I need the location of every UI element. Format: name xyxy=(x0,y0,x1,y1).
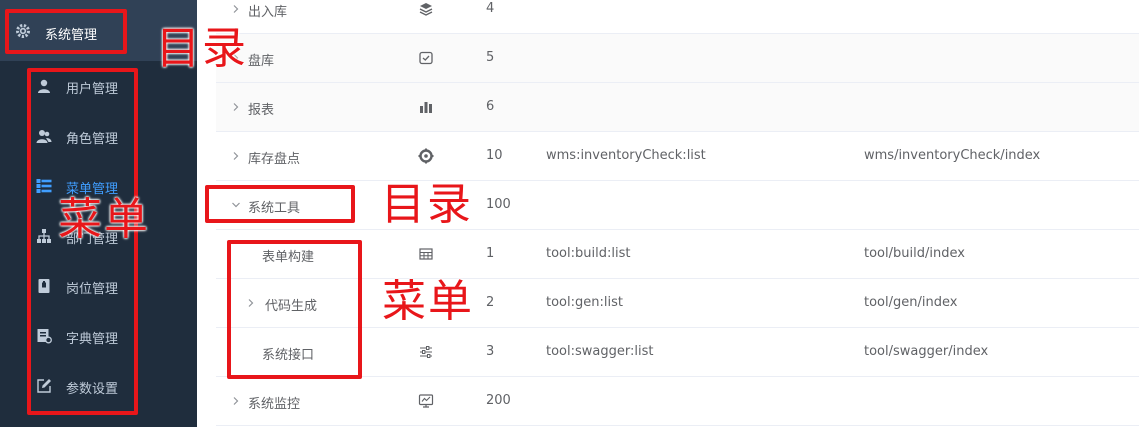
order-num: 2 xyxy=(486,295,495,310)
table-row[interactable]: 报表 6 xyxy=(216,83,1139,132)
menu-name: 出入库 xyxy=(248,5,288,20)
order-num: 1 xyxy=(486,246,495,261)
perm-code: tool:build:list xyxy=(546,246,631,261)
perm-code: tool:swagger:list xyxy=(546,344,654,359)
menu-name: 库存盘点 xyxy=(248,152,301,167)
menu-name: 报表 xyxy=(248,103,275,118)
table-row[interactable]: 盘库 5 xyxy=(216,34,1139,83)
build-icon xyxy=(418,246,434,262)
order-num: 10 xyxy=(486,148,503,163)
annotation-label-directory: 目录 xyxy=(156,23,248,74)
bar-chart-icon xyxy=(418,99,434,115)
annotation-label-menu: 菜单 xyxy=(58,194,150,245)
order-num: 100 xyxy=(486,197,511,212)
expand-arrow-icon[interactable] xyxy=(231,395,241,405)
table-row[interactable]: 出入库 4 xyxy=(216,0,1139,34)
expand-arrow-icon[interactable] xyxy=(231,150,241,160)
order-num: 4 xyxy=(486,1,495,16)
menu-name: 系统监控 xyxy=(248,397,301,412)
component-path: tool/swagger/index xyxy=(864,344,989,359)
target-icon xyxy=(418,148,434,164)
annotation-box-menu-table xyxy=(227,240,362,379)
order-num: 200 xyxy=(486,393,511,408)
annotation-box-directory-sidebar xyxy=(5,9,127,54)
sliders-icon xyxy=(418,344,434,360)
expand-arrow-icon[interactable] xyxy=(231,3,241,13)
checkbox-icon xyxy=(418,50,434,66)
order-num: 5 xyxy=(486,50,495,65)
menu-name: 盘库 xyxy=(248,54,275,69)
expand-arrow-icon[interactable] xyxy=(231,101,241,111)
annotation-label-directory: 目录 xyxy=(381,179,473,230)
monitor-icon xyxy=(418,393,434,409)
annotation-label-menu: 菜单 xyxy=(382,276,474,327)
component-path: tool/build/index xyxy=(864,246,965,261)
order-num: 6 xyxy=(486,99,495,114)
component-path: wms/inventoryCheck/index xyxy=(864,148,1041,163)
order-num: 3 xyxy=(486,344,495,359)
table-row[interactable]: 库存盘点 10 wms:inventoryCheck:list wms/inve… xyxy=(216,132,1139,181)
annotation-box-directory-table xyxy=(205,185,355,223)
perm-code: tool:gen:list xyxy=(546,295,623,310)
layers-icon xyxy=(418,1,434,17)
table-row[interactable]: 系统监控 200 xyxy=(216,377,1139,426)
app-root: 系统管理 用户管理 角色管理 菜单管理 部门管理 岗位管理 字典管理 参数设置 … xyxy=(0,0,1139,427)
component-path: tool/gen/index xyxy=(864,295,958,310)
perm-code: wms:inventoryCheck:list xyxy=(546,148,706,163)
